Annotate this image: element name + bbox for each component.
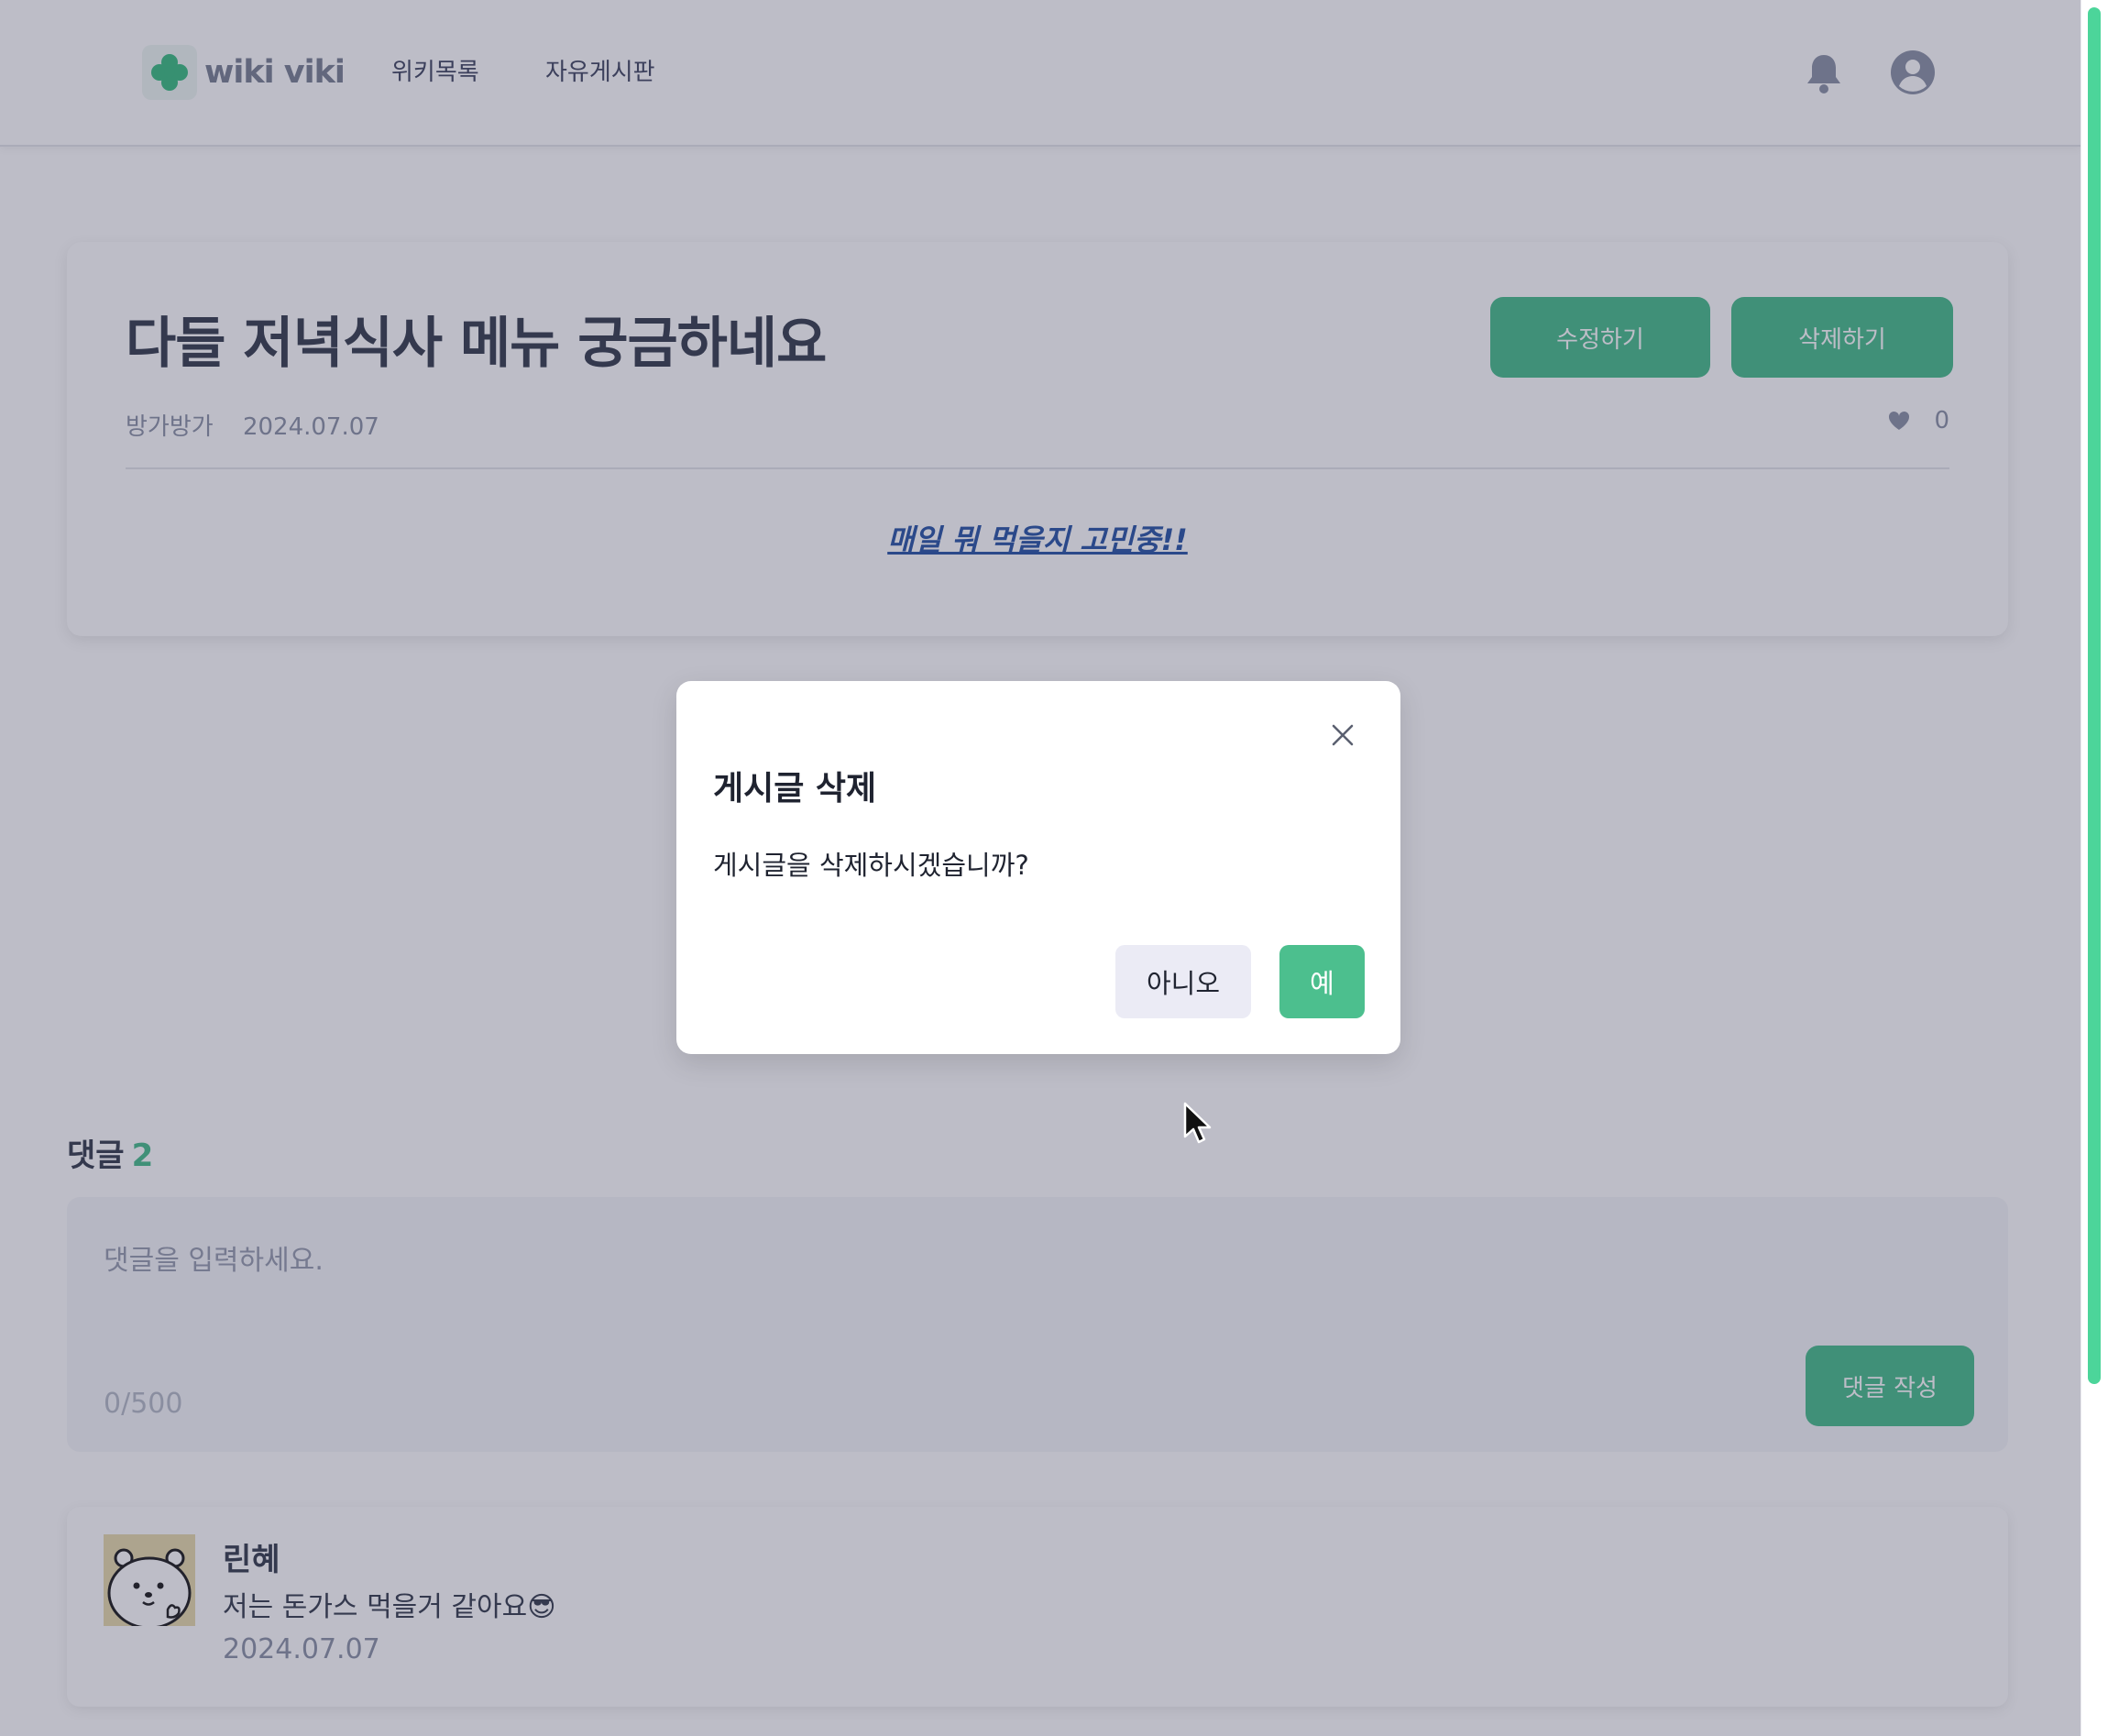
confirm-button[interactable]: 예 <box>1279 945 1365 1018</box>
scrollbar-thumb[interactable] <box>2088 7 2101 1384</box>
modal-title: 게시글 삭제 <box>713 770 877 808</box>
mouse-pointer-icon <box>1182 1102 1213 1146</box>
modal-message: 게시글을 삭제하시겠습니까? <box>713 850 1029 881</box>
cancel-button[interactable]: 아니오 <box>1115 945 1251 1018</box>
delete-confirm-modal: 게시글 삭제 게시글을 삭제하시겠습니까? 아니오 예 <box>676 681 1400 1054</box>
close-icon[interactable] <box>1329 721 1356 749</box>
